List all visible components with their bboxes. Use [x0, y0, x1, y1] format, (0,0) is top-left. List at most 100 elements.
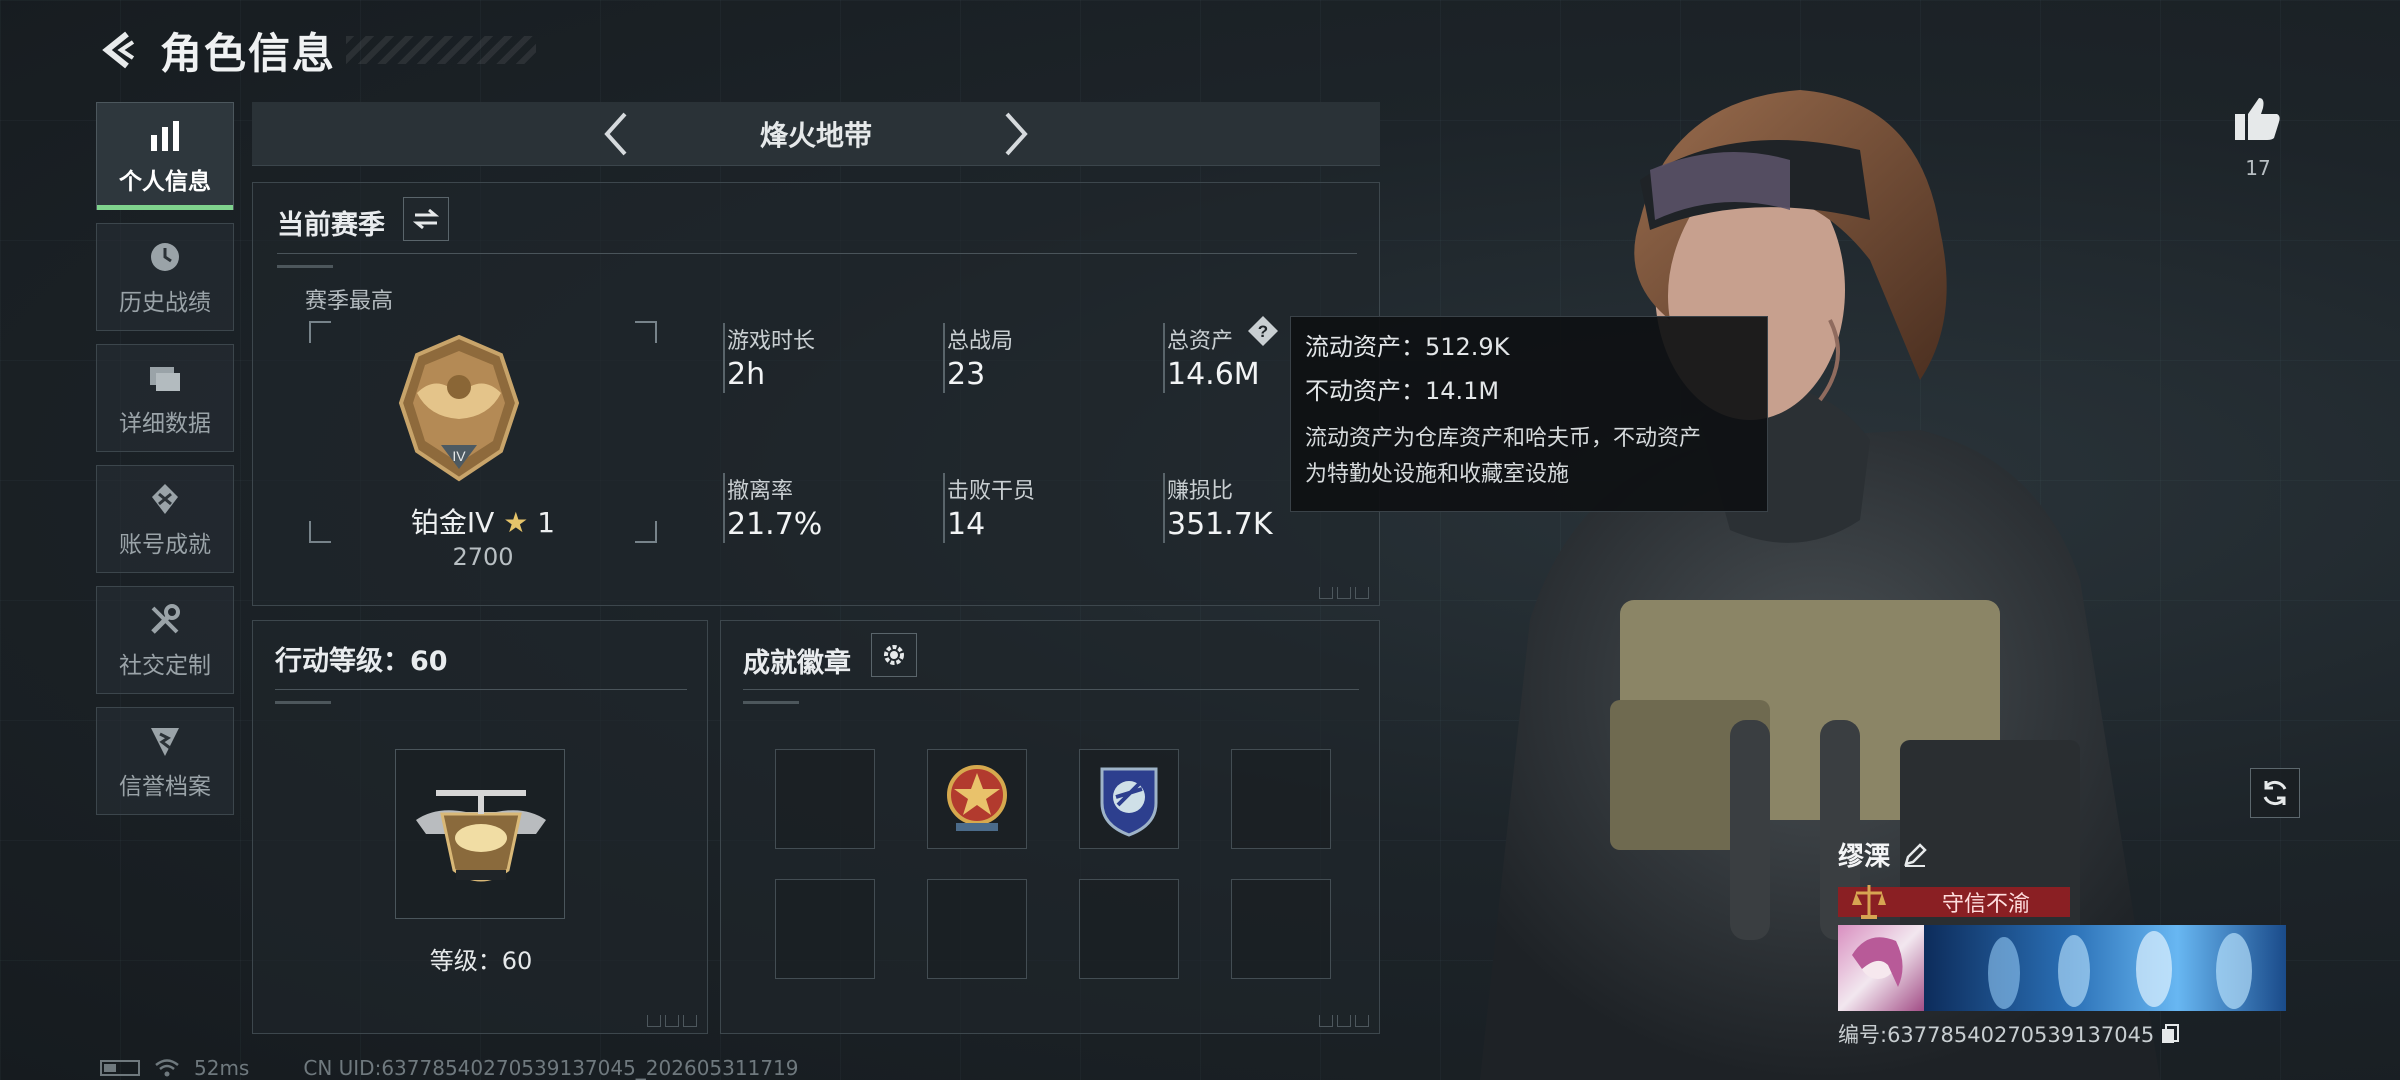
wifi-icon: [155, 1059, 179, 1077]
page-title: 角色信息: [160, 28, 337, 78]
sidebar: 个人信息 历史战绩 详细数据 账号成就 社交定制 信誉档案: [96, 102, 234, 828]
avatar[interactable]: [1838, 925, 1924, 1011]
rank-name-row: 铂金IV ★ 1: [253, 501, 713, 541]
stat-label: 总资产: [1167, 329, 1234, 354]
stat-value: 2h: [727, 357, 766, 392]
rank-name: 铂金IV: [410, 506, 495, 539]
help-icon[interactable]: ?: [1247, 315, 1279, 347]
panel-decoration: [1319, 1015, 1369, 1027]
badge-slot[interactable]: [927, 749, 1027, 849]
rotate-model-button[interactable]: [2250, 768, 2300, 818]
back-arrow-icon[interactable]: [96, 27, 142, 73]
heading-tick: [743, 701, 799, 704]
stat-value: 14: [947, 507, 986, 542]
level-value: 等级：60: [429, 947, 533, 975]
badge-slot[interactable]: [1231, 749, 1331, 849]
sidebar-item-personal-info[interactable]: 个人信息: [96, 102, 234, 210]
badge-slot[interactable]: [1079, 879, 1179, 979]
season-panel: 当前赛季 赛季最高 IV 铂金IV ★ 1 2700 游戏时长 2h 总战局 2…: [252, 182, 1380, 606]
status-footer: 52ms CN UID:6377854027053913704​5_202605…: [100, 1056, 799, 1080]
achievement-badges-panel: 成就徽章: [720, 620, 1380, 1034]
stat-label: 总战局: [947, 329, 1014, 354]
like-widget[interactable]: 17: [2232, 96, 2284, 180]
profile-banner[interactable]: [1924, 925, 2286, 1011]
edit-pencil-icon[interactable]: [1902, 842, 1928, 868]
svg-text:IV: IV: [452, 448, 466, 464]
rank-stars: 1: [537, 506, 556, 539]
player-name: 缪溧: [1838, 842, 1891, 872]
folder-icon: [145, 358, 185, 398]
stat-value: 351.7K: [1167, 507, 1273, 542]
fixed-assets-text: 不动资产：14.1M: [1305, 377, 1500, 405]
shield-icon: [145, 721, 185, 761]
assets-tooltip: 流动资产：512.9K 不动资产：14.1M 流动资产为仓库资产和哈夫币，不动资…: [1290, 316, 1768, 512]
shield-badge-icon: [1100, 767, 1158, 837]
refresh-icon: [2263, 780, 2287, 806]
badges-heading: 成就徽章: [743, 648, 851, 679]
scales-icon: [1852, 885, 1886, 919]
uid-text: CN UID:6377854027053913704​5_20260531171…: [303, 1056, 799, 1080]
sidebar-item-label: 账号成就: [119, 532, 211, 558]
heading-tick: [277, 265, 333, 268]
ping-value: 52ms: [194, 1056, 250, 1080]
stat-value: 21.7%: [727, 507, 823, 542]
season-best-label: 赛季最高: [305, 289, 394, 314]
sidebar-item-credit[interactable]: 信誉档案: [96, 707, 234, 815]
swap-arrows-icon: [413, 208, 439, 230]
stat-value: 14.6M: [1167, 357, 1260, 392]
copy-icon[interactable]: [2160, 1023, 2180, 1045]
rank-emblem-icon: IV: [398, 334, 520, 482]
sidebar-item-label: 信誉档案: [119, 774, 211, 800]
tooltip-description-line: 流动资产为仓库资产和哈夫币，不动资产: [1305, 426, 1702, 451]
gear-icon: [884, 645, 904, 665]
badge-slot[interactable]: [1079, 749, 1179, 849]
player-card: 缪溧 守信不渝 编号:6377854027053913704​5: [1838, 836, 2298, 1049]
next-mode-chevron-icon[interactable]: [986, 104, 1046, 164]
rank-score: 2700: [452, 543, 514, 571]
panel-decoration: [647, 1015, 697, 1027]
heading-divider: [275, 689, 687, 690]
bar-chart-icon: [145, 116, 185, 156]
level-emblem-frame[interactable]: [395, 749, 565, 919]
medal-icon: [145, 479, 185, 519]
heading-tick: [275, 701, 331, 704]
action-level-panel: 行动等级：60 等级：60: [252, 620, 708, 1034]
title-decoration: [346, 36, 537, 64]
page-header: 角色信息: [96, 20, 537, 80]
thumbs-up-icon: [2235, 98, 2280, 140]
clock-icon: [145, 237, 185, 277]
sidebar-item-achievements[interactable]: 账号成就: [96, 465, 234, 573]
sidebar-item-detail-data[interactable]: 详细数据: [96, 344, 234, 452]
prev-mode-chevron-icon[interactable]: [586, 104, 646, 164]
svg-text:?: ?: [1258, 322, 1268, 341]
badge-slot[interactable]: [1231, 879, 1331, 979]
star-badge-icon: [947, 765, 1007, 831]
stat-label: 击败干员: [947, 479, 1036, 504]
panel-decoration: [1319, 587, 1369, 599]
liquid-assets-text: 流动资产：512.9K: [1305, 333, 1510, 361]
sidebar-item-label: 详细数据: [119, 411, 211, 437]
badge-slot[interactable]: [775, 879, 875, 979]
swap-season-button[interactable]: [403, 197, 449, 241]
heading-divider: [743, 689, 1359, 690]
badge-settings-button[interactable]: [871, 633, 917, 677]
stat-label: 赚损比: [1167, 479, 1234, 504]
badge-slot[interactable]: [927, 879, 1027, 979]
credit-status-text: 守信不渝: [1942, 892, 2031, 917]
like-count: 17: [2245, 156, 2271, 180]
wrench-icon: [145, 600, 185, 640]
sidebar-item-label: 社交定制: [119, 653, 211, 679]
sidebar-item-social[interactable]: 社交定制: [96, 586, 234, 694]
credit-status-badge: 守信不渝: [1838, 885, 2070, 919]
badge-slot[interactable]: [775, 749, 875, 849]
stat-value: 23: [947, 357, 986, 392]
sidebar-item-label: 历史战绩: [119, 290, 211, 316]
battery-icon: [100, 1060, 140, 1076]
star-icon: ★: [503, 506, 529, 539]
sidebar-item-history[interactable]: 历史战绩: [96, 223, 234, 331]
sidebar-item-label: 个人信息: [119, 169, 211, 195]
heading-divider: [277, 253, 1357, 254]
mode-switcher: 烽火地带: [252, 102, 1380, 166]
tooltip-description-line: 为特勤处设施和收藏室设施: [1305, 462, 1570, 487]
mode-title: 烽火地带: [759, 118, 872, 152]
